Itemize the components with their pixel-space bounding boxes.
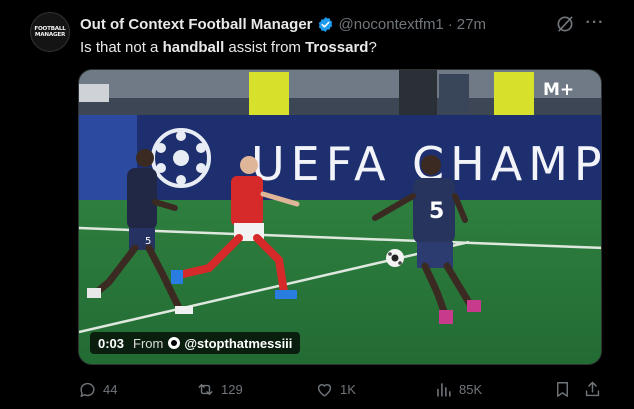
broadcaster-logo: M+ bbox=[543, 80, 574, 100]
post-text-bold: handball bbox=[162, 39, 225, 56]
tweet-header: Out of Context Football Manager @noconte… bbox=[80, 12, 486, 36]
camera bbox=[79, 84, 109, 102]
post-text-part: ? bbox=[368, 39, 377, 56]
repost-button[interactable]: 129 bbox=[196, 376, 243, 402]
source-avatar-icon bbox=[168, 337, 181, 349]
avatar[interactable]: FOOTBALL MANAGER bbox=[30, 12, 70, 52]
post-text: Is that not a handball assist from Tross… bbox=[80, 38, 377, 58]
post-text-bold: Trossard bbox=[305, 39, 369, 56]
reply-button[interactable]: 44 bbox=[78, 376, 117, 402]
post-text-part: Is that not a bbox=[80, 39, 163, 56]
video-from-label: From bbox=[133, 335, 164, 351]
views-button[interactable]: 85K bbox=[434, 376, 482, 402]
post-text-part: assist from bbox=[224, 39, 306, 56]
verified-badge-icon[interactable] bbox=[317, 16, 334, 33]
post-time[interactable]: 27m bbox=[457, 16, 486, 33]
reply-icon bbox=[80, 382, 95, 397]
views-count: 85K bbox=[459, 381, 483, 397]
video-frame: UEFA CHAMP M+ 5 5 bbox=[79, 70, 601, 364]
player-number-left: 5 bbox=[145, 236, 151, 247]
football bbox=[386, 249, 404, 267]
repost-icon bbox=[198, 383, 213, 395]
views-icon bbox=[437, 382, 451, 397]
video-timestamp[interactable]: 0:03 From @stopthatmessiii bbox=[90, 332, 301, 354]
like-button[interactable]: 1K bbox=[315, 376, 356, 402]
steward-vest bbox=[494, 72, 534, 116]
like-count: 1K bbox=[340, 381, 356, 397]
bookmark-button[interactable] bbox=[553, 376, 572, 402]
account-handle[interactable]: @nocontextfm1 bbox=[339, 16, 444, 33]
avatar-logo-line-2: MANAGER bbox=[34, 32, 66, 38]
steward-vest bbox=[249, 72, 289, 116]
more-icon[interactable]: ··· bbox=[584, 13, 606, 33]
like-icon bbox=[317, 383, 332, 397]
share-icon bbox=[585, 381, 600, 396]
video-player[interactable]: UEFA CHAMP M+ 5 5 bbox=[78, 69, 602, 365]
video-source-handle[interactable]: @stopthatmessiii bbox=[184, 336, 292, 351]
account-name[interactable]: Out of Context Football Manager bbox=[80, 16, 313, 33]
bookmark-icon bbox=[557, 381, 568, 397]
grok-icon[interactable] bbox=[555, 14, 575, 34]
separator-dot: · bbox=[447, 15, 453, 33]
reply-count: 44 bbox=[103, 381, 118, 397]
action-bar: 44 129 1K 85K bbox=[0, 376, 634, 402]
video-time: 0:03 bbox=[98, 335, 125, 351]
repost-count: 129 bbox=[221, 381, 243, 397]
player-number-right: 5 bbox=[429, 199, 444, 224]
share-button[interactable] bbox=[583, 376, 602, 402]
tweet[interactable]: FOOTBALL MANAGER Out of Context Football… bbox=[0, 0, 634, 409]
